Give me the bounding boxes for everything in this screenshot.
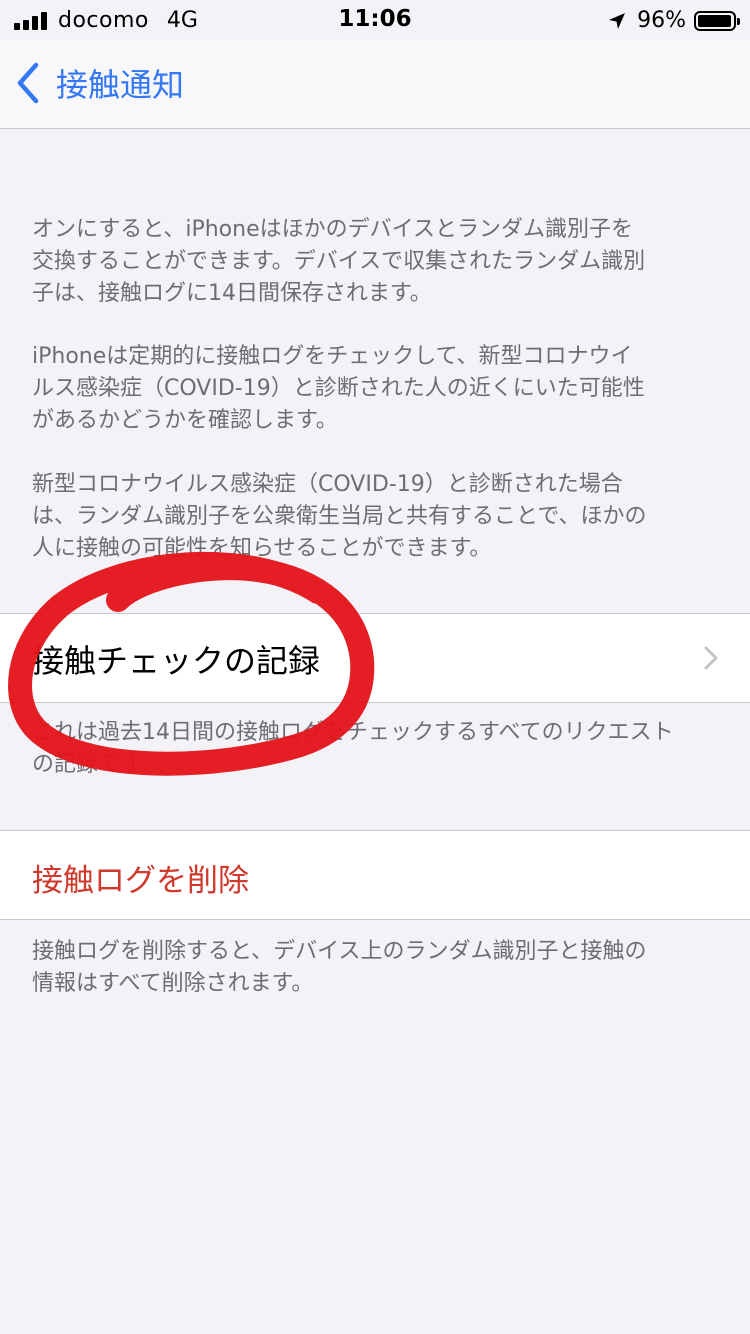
text-line: 子は、接触ログに14日間保存されます。 [32, 281, 432, 306]
text-line: 人に接触の可能性を知らせることができます。 [32, 536, 492, 561]
text-line: ルス感染症（COVID-19）と診断された人の近くにいた可能性 [32, 376, 645, 401]
navigation-bar: 接触通知 [0, 40, 750, 129]
battery-icon [694, 10, 740, 31]
text-line: があるかどうかを確認します。 [32, 408, 338, 433]
exposure-checks-footer: これは過去14日間の接触ログをチェックするすべてのリクエスト の記録です。 [32, 717, 722, 781]
delete-log-footer: 接触ログを削除すると、デバイス上のランダム識別子と接触の 情報はすべて削除されま… [32, 936, 722, 1000]
back-button[interactable]: 接触通知 [14, 60, 184, 106]
back-label: 接触通知 [56, 66, 185, 104]
location-arrow-icon [609, 12, 626, 29]
exposure-checks-label: 接触チェックの記録 [32, 642, 321, 680]
text-line: オンにすると、iPhoneはほかのデバイスとランダム識別子を [32, 217, 633, 242]
text-line: これは過去14日間の接触ログをチェックするすべてのリクエスト [32, 720, 674, 745]
description-paragraph-2: iPhoneは定期的に接触ログをチェックして、新型コロナウイ ルス感染症（COV… [32, 341, 722, 437]
text-line: 新型コロナウイルス感染症（COVID-19）と診断された場合 [32, 472, 623, 497]
text-line: 交換することができます。デバイスで収集されたランダム識別 [32, 249, 646, 274]
description-paragraph-3: 新型コロナウイルス感染症（COVID-19）と診断された場合 は、ランダム識別子… [32, 469, 722, 565]
description-paragraph-1: オンにすると、iPhoneはほかのデバイスとランダム識別子を 交換することができ… [32, 214, 722, 310]
status-right: 96% [607, 8, 740, 33]
delete-exposure-log-label: 接触ログを削除 [32, 863, 249, 899]
chevron-right-icon [704, 646, 718, 670]
battery-percent: 96% [637, 8, 686, 33]
exposure-checks-cell[interactable]: 接触チェックの記録 [0, 613, 750, 703]
text-line: の記録です。 [32, 752, 162, 777]
delete-exposure-log-button[interactable]: 接触ログを削除 [0, 830, 750, 920]
chevron-left-icon [17, 62, 39, 104]
text-line: は、ランダム識別子を公衆衛生当局と共有することで、ほかの [32, 504, 647, 529]
text-line: 情報はすべて削除されます。 [32, 971, 314, 996]
text-line: 接触ログを削除すると、デバイス上のランダム識別子と接触の [32, 939, 647, 964]
text-line: iPhoneは定期的に接触ログをチェックして、新型コロナウイ [32, 344, 633, 369]
status-bar: docomo 4G 11:06 96% [0, 0, 750, 40]
